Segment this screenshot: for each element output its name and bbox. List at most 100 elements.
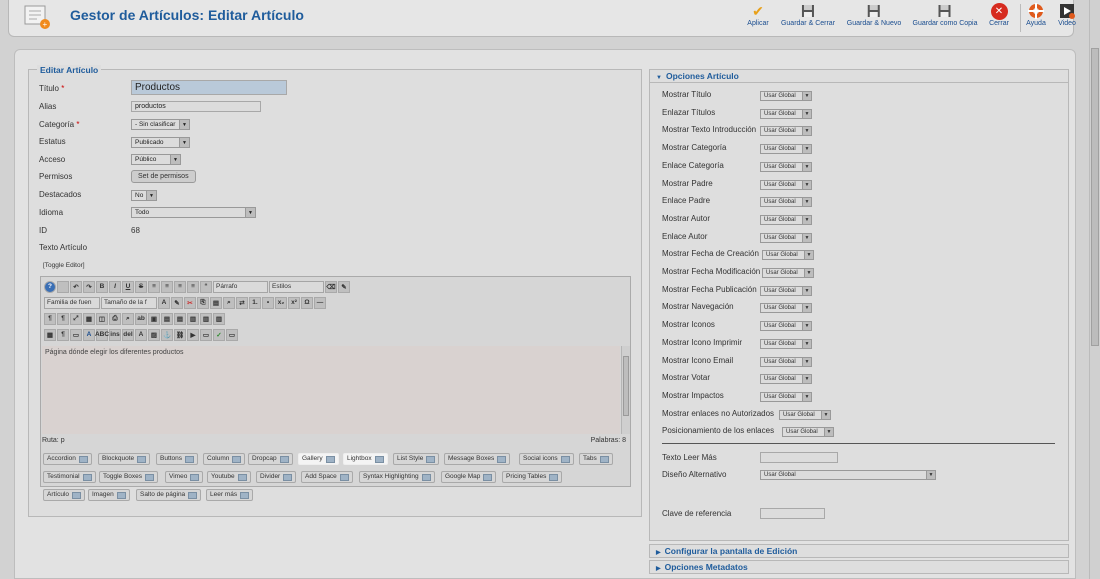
strikethrough-icon[interactable]: S: [135, 280, 147, 293]
source-code-icon[interactable]: ▭: [70, 328, 82, 341]
featured-select[interactable]: No ▼: [131, 190, 157, 201]
vimeo-button[interactable]: Vimeo: [165, 471, 204, 483]
print-icon[interactable]: ⎙: [109, 312, 121, 325]
editor-scrollbar[interactable]: [621, 346, 630, 434]
alias-input[interactable]: productos: [131, 101, 261, 112]
blockquote-icon[interactable]: “: [200, 280, 212, 293]
page-scrollbar[interactable]: [1089, 0, 1100, 579]
pricing-tables-button[interactable]: Pricing Tables: [502, 471, 563, 483]
tabs-button[interactable]: Tabs: [579, 453, 613, 465]
template-icon[interactable]: ▭: [200, 328, 212, 341]
eraser-icon[interactable]: ⌫: [325, 280, 337, 293]
toggle-editor-link[interactable]: [Toggle Editor]: [43, 262, 85, 269]
message-boxes-button[interactable]: Message Boxes: [444, 453, 511, 465]
lightbox-button[interactable]: Lightbox: [343, 453, 388, 465]
insertion-icon[interactable]: ins: [109, 328, 121, 341]
link-icon[interactable]: ⛓: [174, 328, 186, 341]
syntax-highlighting-button[interactable]: Syntax Highlighting: [359, 471, 435, 483]
subscript-icon[interactable]: x₂: [275, 296, 287, 309]
ordered-list-icon[interactable]: 1.: [249, 296, 261, 309]
reference-key-input[interactable]: [760, 508, 825, 519]
option-select[interactable]: Usar Global ▼: [760, 214, 812, 225]
align-justify-icon[interactable]: ≡: [187, 280, 199, 293]
testimonial-button[interactable]: Testimonial: [43, 471, 96, 483]
font-family-select[interactable]: Familia de fuen: [44, 296, 100, 309]
find-icon[interactable]: ⌕: [122, 312, 134, 325]
aplicar-button[interactable]: ✔ Aplicar: [747, 2, 769, 28]
search-icon[interactable]: ⌕: [223, 296, 235, 309]
align-left-icon[interactable]: ≡: [148, 280, 160, 293]
article-options-header[interactable]: ▼ Opciones Artículo: [650, 70, 1068, 83]
copy-icon[interactable]: ⎘: [197, 296, 209, 309]
layer-icon[interactable]: ▣: [148, 312, 160, 325]
option-select[interactable]: Usar Global ▼: [782, 427, 834, 438]
attributes-icon[interactable]: A: [135, 328, 147, 341]
spellcheck-icon[interactable]: ab: [135, 312, 147, 325]
option-select[interactable]: Usar Global ▼: [760, 197, 812, 208]
special-char-icon[interactable]: Ω: [301, 296, 313, 309]
option-select[interactable]: Usar Global ▼: [760, 374, 812, 385]
anchor-icon[interactable]: ⚓: [161, 328, 173, 341]
undo-icon[interactable]: ↶: [70, 280, 82, 293]
split-cells-icon[interactable]: ▥: [200, 312, 212, 325]
align-right-icon[interactable]: ≡: [174, 280, 186, 293]
option-select[interactable]: Usar Global ▼: [760, 126, 812, 137]
toggle-boxes-button[interactable]: Toggle Boxes: [99, 471, 159, 483]
horizontal-rule-icon[interactable]: —: [314, 296, 326, 309]
divider-button[interactable]: Divider: [256, 471, 297, 483]
read-more-text-input[interactable]: [760, 452, 838, 463]
guardar-como-copia-button[interactable]: Guardar como Copia: [913, 2, 977, 27]
insert-row-icon[interactable]: ▤: [161, 312, 173, 325]
option-select[interactable]: Usar Global ▼: [760, 303, 812, 314]
bold-icon[interactable]: B: [96, 280, 108, 293]
highlight-color-icon[interactable]: ✎: [171, 296, 183, 309]
option-select[interactable]: Usar Global ▼: [762, 268, 814, 278]
deletion-icon[interactable]: del: [122, 328, 134, 341]
fullscreen-icon[interactable]: ⤢: [70, 312, 82, 325]
edit-screen-config-panel[interactable]: ▶ Configurar la pantalla de Edición: [649, 544, 1069, 558]
leer-m-s-button[interactable]: Leer más: [206, 489, 254, 501]
accordion-button[interactable]: Accordion: [43, 453, 92, 465]
add-space-button[interactable]: Add Space: [301, 471, 353, 483]
guardar-cerrar-button[interactable]: Guardar & Cerrar: [781, 2, 835, 27]
preview-icon[interactable]: ◫: [96, 312, 108, 325]
ltr-icon[interactable]: ¶: [44, 312, 56, 325]
option-select[interactable]: Usar Global ▼: [760, 179, 812, 190]
table-icon[interactable]: ▦: [83, 312, 95, 325]
option-select[interactable]: Usar Global ▼: [760, 356, 812, 367]
editor-textarea[interactable]: Página dónde elegir los diferentes produ…: [42, 346, 620, 434]
cerrar-button[interactable]: ✕ Cerrar: [988, 2, 1010, 27]
acronym-icon[interactable]: ABC: [95, 328, 109, 341]
option-select[interactable]: Usar Global ▼: [760, 144, 812, 155]
buttons-button[interactable]: Buttons: [156, 453, 199, 465]
option-select[interactable]: Usar Global ▼: [760, 161, 812, 172]
access-select[interactable]: Público ▼: [131, 154, 181, 165]
alternative-layout-select[interactable]: Usar Global ▼: [760, 470, 936, 480]
rtl-icon[interactable]: ¶: [57, 312, 69, 325]
option-select[interactable]: Usar Global ▼: [762, 250, 814, 261]
video-button[interactable]: Video: [1056, 2, 1078, 27]
unordered-list-icon[interactable]: •: [262, 296, 274, 309]
styles-select[interactable]: Estilos: [269, 280, 324, 293]
merge-cells-icon[interactable]: ▥: [187, 312, 199, 325]
format-select[interactable]: Párrafo: [213, 280, 268, 293]
paste-icon[interactable]: ▤: [210, 296, 222, 309]
status-select[interactable]: Publicado ▼: [131, 137, 190, 148]
blockquote-button[interactable]: Blockquote: [98, 453, 151, 465]
metadata-options-panel[interactable]: ▶ Opciones Metadatos: [649, 560, 1069, 574]
column-icon[interactable]: ▥: [213, 312, 225, 325]
art-culo-button[interactable]: Artículo: [43, 489, 86, 501]
column-button[interactable]: Column: [203, 453, 246, 465]
ayuda-button[interactable]: Ayuda: [1025, 2, 1047, 27]
gallery-button[interactable]: Gallery: [298, 453, 339, 465]
youtube-button[interactable]: Youtube: [207, 471, 251, 483]
editor-scrollbar-thumb[interactable]: [623, 356, 629, 416]
title-input[interactable]: Productos: [131, 80, 287, 95]
dropcap-button[interactable]: Dropcap: [248, 453, 293, 465]
visual-aid-icon[interactable]: ▦: [44, 328, 56, 341]
underline-icon[interactable]: U: [122, 280, 134, 293]
category-select[interactable]: - Sin clasificar ▼: [131, 119, 190, 130]
option-select[interactable]: Usar Global ▼: [760, 232, 812, 243]
salto-de-p-gina-button[interactable]: Salto de página: [136, 489, 202, 501]
cleanup-icon[interactable]: ✎: [338, 280, 350, 293]
